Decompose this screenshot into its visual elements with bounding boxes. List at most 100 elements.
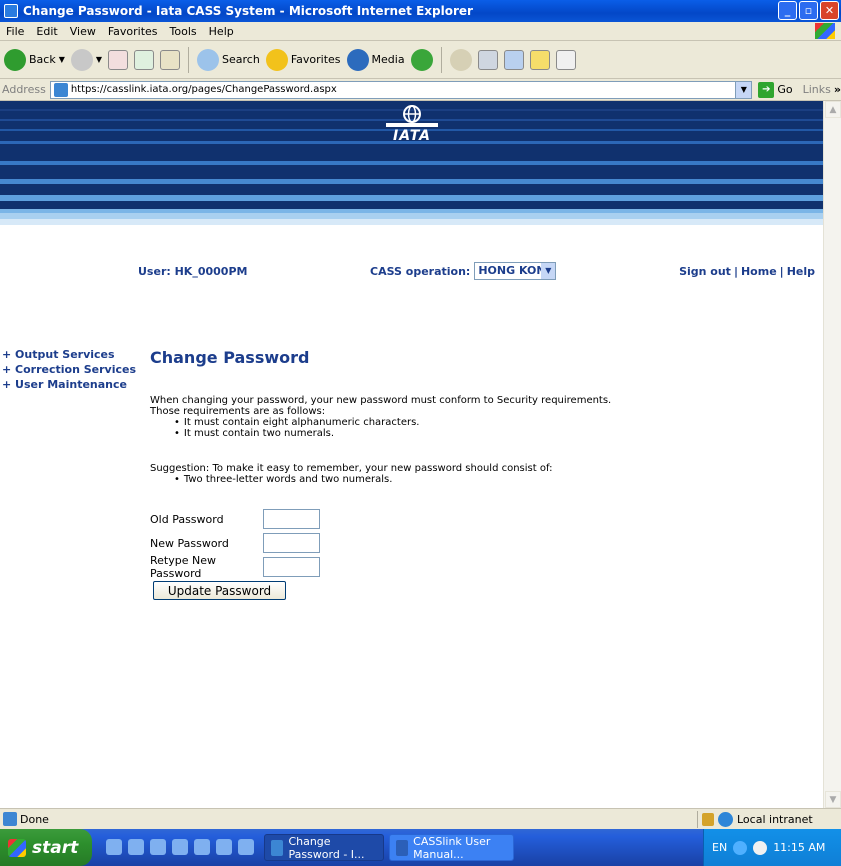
menu-favorites[interactable]: Favorites xyxy=(102,25,164,38)
address-input[interactable]: https://casslink.iata.org/pages/ChangePa… xyxy=(49,80,753,99)
quicklaunch-app-icon[interactable] xyxy=(216,839,232,855)
print-icon[interactable] xyxy=(477,49,498,70)
menu-view[interactable]: View xyxy=(64,25,102,38)
quicklaunch-app-icon[interactable] xyxy=(238,839,254,855)
menu-tools[interactable]: Tools xyxy=(164,25,203,38)
menu-edit[interactable]: Edit xyxy=(30,25,63,38)
start-label: start xyxy=(32,837,79,858)
forward-button[interactable]: ▼ xyxy=(70,48,102,71)
new-password-field[interactable] xyxy=(263,533,320,553)
sidenav-user-maintenance[interactable]: + User Maintenance xyxy=(2,377,136,392)
menu-file[interactable]: File xyxy=(0,25,30,38)
go-button[interactable]: ➔ Go xyxy=(758,81,793,98)
address-bar: Address https://casslink.iata.org/pages/… xyxy=(0,79,841,101)
chevron-right-icon[interactable]: » xyxy=(834,83,841,96)
edit-icon[interactable] xyxy=(503,49,524,70)
media-button[interactable]: Media xyxy=(346,48,405,71)
help-link[interactable]: Help xyxy=(787,265,815,278)
top-links: Sign out | Home | Help xyxy=(679,265,815,278)
window-title: Change Password - Iata CASS System - Mic… xyxy=(23,4,473,18)
mail-icon[interactable] xyxy=(449,48,472,71)
link-separator: | xyxy=(779,265,784,278)
update-password-button[interactable]: Update Password xyxy=(153,581,286,600)
search-button[interactable]: Search xyxy=(197,48,260,71)
messenger-icon[interactable] xyxy=(555,49,576,70)
task-label: CASSlink User Manual... xyxy=(413,834,491,861)
quicklaunch-app-icon[interactable] xyxy=(150,839,166,855)
signout-link[interactable]: Sign out xyxy=(679,265,731,278)
intro-line-2: Those requirements are as follows: xyxy=(150,406,326,417)
toolbar-separator xyxy=(188,46,190,73)
minimize-icon[interactable]: _ xyxy=(778,1,797,20)
home-icon[interactable] xyxy=(160,49,181,70)
word-doc-icon xyxy=(396,839,409,856)
status-text: Done xyxy=(20,812,49,826)
quicklaunch-ie-icon[interactable] xyxy=(128,839,144,855)
suggestions-list: Two three-letter words and two numerals. xyxy=(150,474,810,485)
discuss-icon[interactable] xyxy=(529,49,550,70)
list-item: Two three-letter words and two numerals. xyxy=(174,474,810,485)
chevron-down-icon[interactable]: ▼ xyxy=(541,263,556,279)
suggestion-block: Suggestion: To make it easy to remember,… xyxy=(150,463,810,485)
new-password-label: New Password xyxy=(150,536,229,550)
vertical-scrollbar[interactable]: ▲ ▼ xyxy=(823,101,841,808)
close-icon[interactable]: ✕ xyxy=(820,1,839,20)
refresh-icon[interactable] xyxy=(134,49,155,70)
ie-icon xyxy=(271,839,284,856)
retype-password-field[interactable] xyxy=(263,557,320,577)
intro-line-1: When changing your password, your new pa… xyxy=(150,395,612,406)
toolbar-separator xyxy=(440,46,442,73)
toolbar: Back ▼ ▼ Search Favorites Media xyxy=(0,41,841,79)
menu-help[interactable]: Help xyxy=(203,25,240,38)
scroll-down-icon[interactable]: ▼ xyxy=(825,791,841,808)
requirements-list: It must contain eight alphanumeric chara… xyxy=(150,417,810,439)
links-button[interactable]: Links xyxy=(803,83,831,96)
list-item: It must contain two numerals. xyxy=(174,428,810,439)
home-link[interactable]: Home xyxy=(741,265,777,278)
old-password-field[interactable] xyxy=(263,509,320,529)
side-navigation: + Output Services + Correction Services … xyxy=(2,347,136,392)
go-arrow-icon: ➔ xyxy=(758,81,775,98)
task-word-window[interactable]: CASSlink User Manual... xyxy=(389,834,514,861)
quicklaunch-app-icon[interactable] xyxy=(172,839,188,855)
volume-icon[interactable] xyxy=(753,840,768,855)
requirements-text: When changing your password, your new pa… xyxy=(150,395,810,485)
quicklaunch-app-icon[interactable] xyxy=(194,839,210,855)
old-password-label: Old Password xyxy=(150,512,224,526)
quicklaunch-app-icon[interactable] xyxy=(106,839,122,855)
media-label: Media xyxy=(371,53,405,66)
history-icon[interactable] xyxy=(410,48,433,71)
form-row: Retype New Password xyxy=(150,554,810,580)
intranet-icon xyxy=(718,812,733,827)
task-ie-window[interactable]: Change Password - I... xyxy=(264,834,384,861)
network-icon[interactable] xyxy=(733,840,748,855)
globe-icon xyxy=(403,105,421,123)
favorites-button[interactable]: Favorites xyxy=(265,48,341,71)
sidenav-correction-services[interactable]: + Correction Services xyxy=(2,362,136,377)
search-label: Search xyxy=(222,53,260,66)
cass-label: CASS operation: xyxy=(370,264,471,278)
zone-label: Local intranet xyxy=(737,813,813,826)
media-icon xyxy=(346,48,369,71)
start-button[interactable]: start xyxy=(0,829,92,866)
scroll-up-icon[interactable]: ▲ xyxy=(825,101,841,118)
language-indicator[interactable]: EN xyxy=(712,841,727,854)
sidenav-output-services[interactable]: + Output Services xyxy=(2,347,136,362)
back-button[interactable]: Back ▼ xyxy=(4,48,65,71)
chevron-down-icon[interactable]: ▼ xyxy=(96,55,102,64)
link-separator: | xyxy=(733,265,738,278)
favorites-label: Favorites xyxy=(290,53,341,66)
forward-arrow-icon xyxy=(70,48,93,71)
chevron-down-icon[interactable]: ▼ xyxy=(735,81,752,98)
retype-password-label: Retype New Password xyxy=(150,554,216,580)
cass-select[interactable]: HONG KONG ▼ xyxy=(474,262,557,280)
back-label: Back xyxy=(29,53,56,66)
form-row: Old Password xyxy=(150,507,810,531)
chevron-down-icon[interactable]: ▼ xyxy=(59,55,65,64)
menu-bar: File Edit View Favorites Tools Help xyxy=(0,22,841,41)
security-zone: Local intranet xyxy=(697,811,813,828)
stop-icon[interactable] xyxy=(108,49,129,70)
task-label: Change Password - I... xyxy=(288,834,365,861)
system-tray: EN 11:15 AM xyxy=(703,829,841,866)
maximize-icon[interactable]: ▫ xyxy=(799,1,818,20)
